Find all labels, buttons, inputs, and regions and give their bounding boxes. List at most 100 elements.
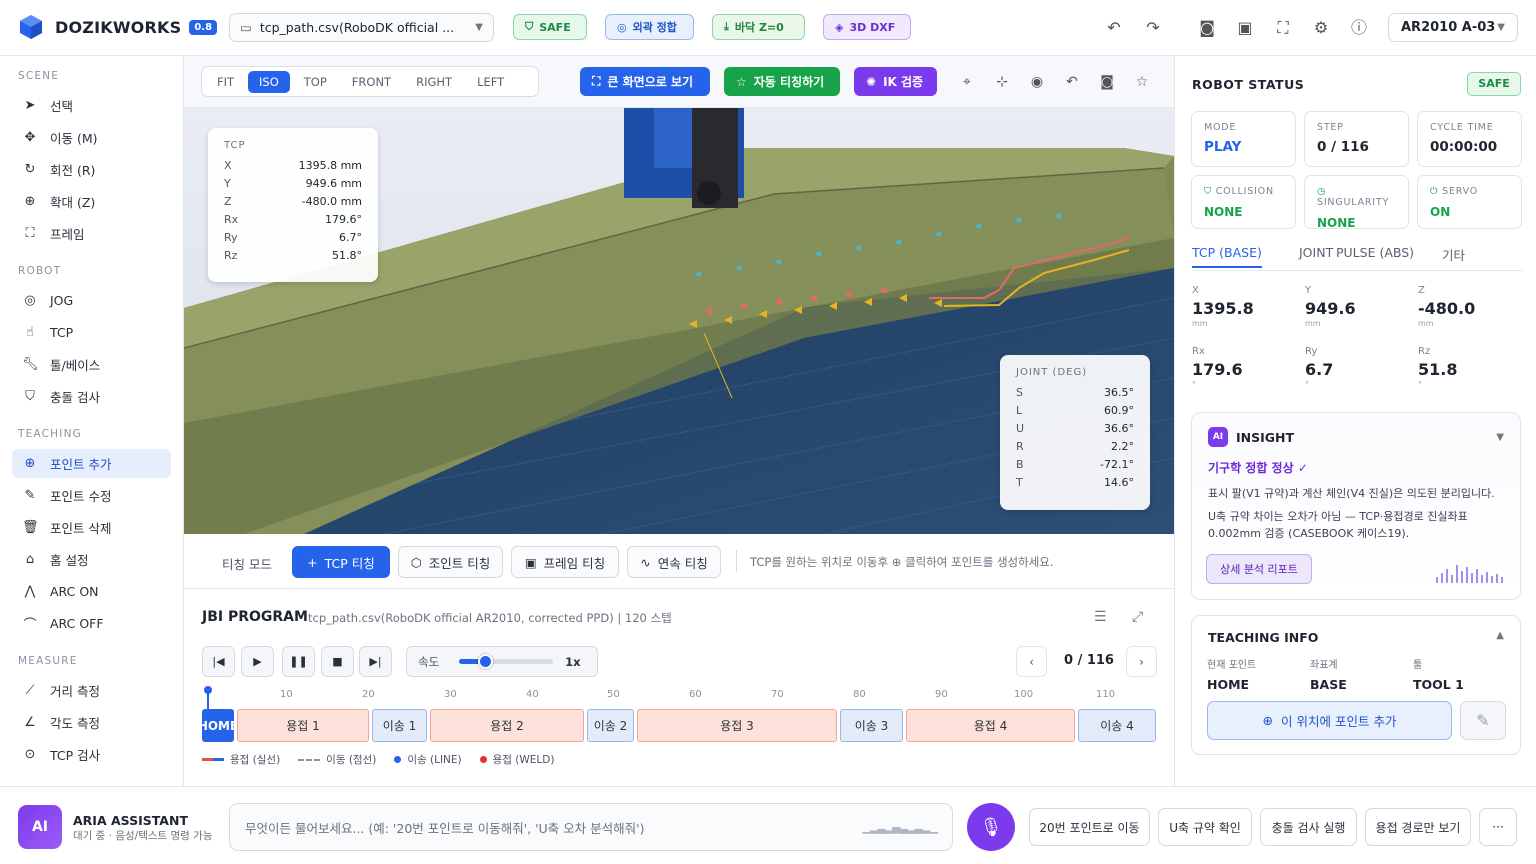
sidebar-item-arc-on[interactable]: ⋀ ARC ON xyxy=(12,577,171,606)
card-value: ON xyxy=(1430,205,1451,219)
sidebar-item-rotate[interactable]: ↻ 회전 (R) xyxy=(12,155,171,184)
stop-button[interactable]: ■ xyxy=(321,646,354,677)
more-options-button[interactable]: ··· xyxy=(1479,808,1517,846)
chat-input[interactable]: 무엇이든 물어보세요... (예: '20번 포인트로 이동해줘', 'U축 오… xyxy=(229,803,953,851)
speed-slider[interactable] xyxy=(459,654,554,669)
joint-value: 2.2° xyxy=(1111,440,1134,453)
segment-weld-4[interactable]: 용접 4 xyxy=(906,709,1075,742)
prev-step-button[interactable]: ‹ xyxy=(1016,646,1047,677)
add-point-here-button[interactable]: ⊕ 이 위치에 포인트 추가 xyxy=(1207,701,1452,740)
joint-teach-button[interactable]: ⬡ 조인트 티칭 xyxy=(398,546,503,578)
sidebar-item-jog[interactable]: ◎ JOG xyxy=(12,286,171,315)
segment-weld-3[interactable]: 용접 3 xyxy=(637,709,837,742)
skip-end-button[interactable]: ▶| xyxy=(359,646,392,677)
view-fit[interactable]: FIT xyxy=(206,71,245,93)
view-iso[interactable]: ISO xyxy=(248,70,290,93)
video-icon[interactable]: ▣ xyxy=(1235,18,1255,38)
view-front[interactable]: FRONT xyxy=(341,71,402,93)
view-left[interactable]: LEFT xyxy=(466,71,515,93)
view-preset-group: FIT ISO TOP FRONT RIGHT LEFT xyxy=(201,66,539,97)
screenshot-icon[interactable]: ◙ xyxy=(1098,74,1116,90)
quick-action-u-axis[interactable]: U축 규약 확인 xyxy=(1158,808,1252,846)
undo-icon[interactable]: ↶ xyxy=(1104,18,1124,38)
favorite-icon[interactable]: ☆ xyxy=(1133,74,1151,90)
sidebar-item-tcp-check[interactable]: ⊙ TCP 검사 xyxy=(12,740,171,769)
view-top[interactable]: TOP xyxy=(293,71,338,93)
tcp-teach-button[interactable]: + TCP 티칭 xyxy=(292,546,390,578)
list-icon[interactable]: ☰ xyxy=(1094,609,1107,625)
dxf-pill[interactable]: ◈ 3D DXF xyxy=(823,14,911,40)
mode-card: MODE PLAY xyxy=(1191,111,1296,167)
redo-icon[interactable]: ↷ xyxy=(1143,18,1163,38)
speed-slider-handle[interactable] xyxy=(477,654,493,669)
segment-move-3[interactable]: 이송 3 xyxy=(840,709,903,742)
sidebar-item-tcp[interactable]: ☝ TCP xyxy=(12,318,171,347)
sidebar-item-move[interactable]: ✥ 이동 (M) xyxy=(12,123,171,152)
chevron-up-icon[interactable]: ▲ xyxy=(1496,630,1504,645)
coordinate-tabs: TCP (BASE) JOINT PULSE (ABS) 기타 xyxy=(1192,241,1522,271)
auto-teach-button[interactable]: ☆ 자동 티칭하기 xyxy=(724,67,840,96)
sidebar-item-zoom[interactable]: ⊕ 확대 (Z) xyxy=(12,187,171,216)
pause-button[interactable]: ❚❚ xyxy=(282,646,315,677)
sidebar-item-angle[interactable]: ∠ 각도 측정 xyxy=(12,708,171,737)
jog-icon: ◎ xyxy=(24,293,36,308)
sidebar-item-add-point[interactable]: ⊕ 포인트 추가 xyxy=(12,449,171,478)
view-right[interactable]: RIGHT xyxy=(405,71,463,93)
camera-icon[interactable]: ◙ xyxy=(1197,18,1217,38)
ai-badge: AI xyxy=(1208,427,1228,447)
sidebar-item-edit-point[interactable]: ✎ 포인트 수정 xyxy=(12,481,171,510)
segment-move-4[interactable]: 이송 4 xyxy=(1078,709,1156,742)
tab-joint[interactable]: JOINT xyxy=(1299,245,1333,260)
segment-move-2[interactable]: 이송 2 xyxy=(587,709,634,742)
segment-weld-1[interactable]: 용접 1 xyxy=(237,709,369,742)
zoom-icon: ⊕ xyxy=(24,194,36,209)
continuous-teach-button[interactable]: ∿ 연속 티칭 xyxy=(627,546,721,578)
sidebar-item-collision[interactable]: ⛉ 충돌 검사 xyxy=(12,382,171,411)
microphone-button[interactable]: 🎙︎ xyxy=(967,803,1015,851)
fullscreen-icon[interactable]: ⛶ xyxy=(1273,18,1293,38)
sidebar-item-label: 포인트 추가 xyxy=(50,457,112,472)
segment-move-1[interactable]: 이송 1 xyxy=(372,709,427,742)
help-icon[interactable]: ⓘ xyxy=(1349,18,1369,38)
gear-icon[interactable]: ⚙ xyxy=(1311,18,1331,38)
sidebar-item-select[interactable]: ➤ 선택 xyxy=(12,91,171,120)
tab-tcp-base[interactable]: TCP (BASE) xyxy=(1192,245,1262,268)
floor-pill[interactable]: ⤓ 바닥 Z=0 xyxy=(712,14,805,40)
chevron-down-icon[interactable]: ▼ xyxy=(1496,432,1504,443)
assistant-status: 대기 중 · 음성/텍스트 명령 가능 xyxy=(73,830,213,842)
quick-action-goto-20[interactable]: 20번 포인트로 이동 xyxy=(1029,808,1150,846)
detail-report-button[interactable]: 상세 분석 리포트 xyxy=(1206,554,1312,584)
file-selector[interactable]: ▭ tcp_path.csv(RoboDK official ... ▼ xyxy=(229,13,494,42)
tab-pulse[interactable]: PULSE (ABS) xyxy=(1336,245,1414,260)
outline-match-pill[interactable]: ◎ 외곽 정합 xyxy=(605,14,694,40)
info-key: 좌표계 xyxy=(1310,660,1338,671)
sidebar-item-arc-off[interactable]: ⌒ ARC OFF xyxy=(12,609,171,638)
sidebar-item-distance[interactable]: ⟋ 거리 측정 xyxy=(12,676,171,705)
reset-view-icon[interactable]: ↶ xyxy=(1063,74,1081,90)
sidebar-item-frame[interactable]: ⛶ 프레임 xyxy=(12,219,171,248)
segment-weld-2[interactable]: 용접 2 xyxy=(430,709,584,742)
skip-start-button[interactable]: |◀ xyxy=(202,646,235,677)
microphone-icon: 🎙︎ xyxy=(979,816,1003,838)
fullscreen-view-button[interactable]: ⛶ 큰 화면으로 보기 xyxy=(580,67,710,96)
sidebar-item-home[interactable]: ⌂ 홈 설정 xyxy=(12,545,171,574)
play-button[interactable]: ▶ xyxy=(241,646,274,677)
step-counter: 0 / 116 xyxy=(1064,653,1114,668)
quick-action-collision[interactable]: 충돌 검사 실행 xyxy=(1260,808,1357,846)
target-icon[interactable]: ⊹ xyxy=(993,74,1011,90)
sidebar-item-tool-base[interactable]: 🔧︎ 툴/베이스 xyxy=(12,350,171,379)
segment-home[interactable]: HOME xyxy=(198,709,238,742)
robot-selector[interactable]: AR2010 A-03 ▼ xyxy=(1388,13,1518,42)
tab-other[interactable]: 기타 xyxy=(1442,245,1465,264)
ik-verify-button[interactable]: ✺ IK 검증 xyxy=(854,67,937,96)
axis-icon[interactable]: ⌖ xyxy=(958,74,976,90)
expand-icon[interactable]: ⤢ xyxy=(1132,609,1143,625)
quick-action-weld-only[interactable]: 용접 경로만 보기 xyxy=(1365,808,1471,846)
sidebar-item-delete-point[interactable]: 🗑︎ 포인트 삭제 xyxy=(12,513,171,542)
eye-icon[interactable]: ◉ xyxy=(1028,74,1046,90)
legend-swatch xyxy=(202,758,224,761)
edit-point-button[interactable]: ✎ xyxy=(1460,701,1506,740)
frame-teach-button[interactable]: ▣ 프레임 티칭 xyxy=(511,546,619,578)
safe-pill[interactable]: ⛉ SAFE xyxy=(513,14,587,40)
next-step-button[interactable]: › xyxy=(1126,646,1157,677)
